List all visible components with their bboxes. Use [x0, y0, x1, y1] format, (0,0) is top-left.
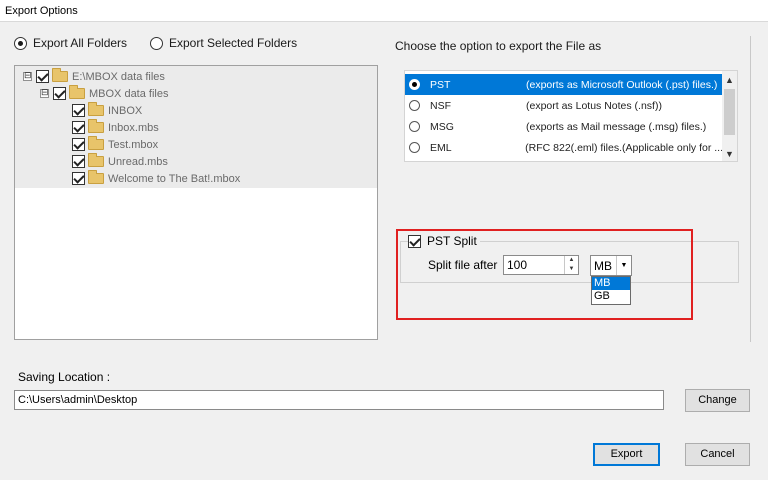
format-list-scrollbar[interactable]: ▲ ▼: [722, 71, 737, 161]
scroll-up-icon[interactable]: ▲: [722, 73, 737, 88]
collapse-icon[interactable]: ⊟: [40, 89, 49, 98]
checkbox-icon[interactable]: [72, 138, 85, 151]
tree-node-inbox-mbs[interactable]: Inbox.mbs: [72, 119, 159, 136]
format-name: MSG: [430, 120, 454, 133]
window-title: Export Options: [5, 5, 78, 17]
tree-node-mbox[interactable]: ⊟ MBOX data files: [40, 85, 168, 102]
export-format-list[interactable]: PST (exports as Microsoft Outlook (.pst)…: [404, 70, 738, 162]
format-option-nsf[interactable]: NSF (export as Lotus Notes (.nsf)): [405, 95, 723, 116]
cancel-button[interactable]: Cancel: [685, 443, 750, 466]
format-description: (RFC 822(.eml) files.(Applicable only fo…: [525, 141, 723, 154]
radio-checked-icon: [14, 36, 27, 50]
folder-icon: [88, 119, 104, 133]
format-option-pst[interactable]: PST (exports as Microsoft Outlook (.pst)…: [405, 74, 723, 95]
collapse-icon[interactable]: ⊟: [23, 72, 32, 81]
tree-node-label: INBOX: [108, 104, 143, 117]
tree-node-inbox[interactable]: INBOX: [72, 102, 142, 119]
radio-unchecked-icon[interactable]: [409, 142, 420, 153]
tree-node-unread-mbs[interactable]: Unread.mbs: [72, 153, 168, 170]
format-name: PST: [430, 78, 451, 91]
folder-icon: [88, 102, 104, 116]
saving-path-input[interactable]: [14, 390, 664, 410]
checkbox-icon[interactable]: [72, 155, 85, 168]
format-description: (exports as Mail message (.msg) files.): [526, 120, 707, 133]
checkbox-icon[interactable]: [36, 70, 49, 83]
format-description: (export as Lotus Notes (.nsf)): [526, 99, 662, 112]
format-description: (exports as Microsoft Outlook (.pst) fil…: [526, 78, 718, 91]
format-name: NSF: [430, 99, 451, 112]
tree-node-label: E:\MBOX data files: [72, 70, 165, 83]
format-name: EML: [430, 141, 452, 154]
saving-location-label: Saving Location :: [18, 370, 111, 384]
tree-node-label: MBOX data files: [89, 87, 169, 100]
checkbox-icon[interactable]: [72, 172, 85, 185]
scroll-down-icon[interactable]: ▼: [722, 147, 737, 161]
tree-node-label: Unread.mbs: [108, 155, 168, 168]
tree-node-root[interactable]: ⊟ E:\MBOX data files: [23, 68, 165, 85]
highlight-annotation-box: [396, 229, 693, 320]
export-all-folders-radio[interactable]: Export All Folders: [14, 36, 127, 50]
radio-unchecked-icon: [150, 36, 163, 50]
radio-unchecked-icon[interactable]: [409, 100, 420, 111]
format-option-eml[interactable]: EML (RFC 822(.eml) files.(Applicable onl…: [405, 137, 723, 158]
title-bar: Export Options: [0, 0, 768, 22]
folder-icon: [88, 136, 104, 150]
folder-icon: [52, 68, 68, 82]
folder-icon: [88, 153, 104, 167]
tree-node-test-mbox[interactable]: Test.mbox: [72, 136, 158, 153]
checkbox-icon[interactable]: [72, 121, 85, 134]
export-button[interactable]: Export: [593, 443, 660, 466]
radio-unchecked-icon[interactable]: [409, 121, 420, 132]
panel-divider: [750, 36, 751, 342]
folder-icon: [69, 85, 85, 99]
export-selected-folders-radio[interactable]: Export Selected Folders: [150, 36, 297, 50]
tree-node-label: Test.mbox: [108, 138, 159, 151]
tree-node-label: Welcome to The Bat!.mbox: [108, 172, 241, 185]
radio-checked-icon[interactable]: [409, 79, 420, 90]
scrollbar-thumb[interactable]: [724, 89, 735, 135]
export-format-heading: Choose the option to export the File as: [395, 39, 602, 53]
tree-node-label: Inbox.mbs: [108, 121, 159, 134]
export-selected-folders-label: Export Selected Folders: [169, 36, 298, 50]
checkbox-icon[interactable]: [72, 104, 85, 117]
format-option-msg[interactable]: MSG (exports as Mail message (.msg) file…: [405, 116, 723, 137]
folder-tree-panel[interactable]: ⊟ E:\MBOX data files ⊟ MBOX data files I…: [14, 65, 378, 340]
folder-icon: [88, 170, 104, 184]
checkbox-icon[interactable]: [53, 87, 66, 100]
change-button[interactable]: Change: [685, 389, 750, 412]
tree-node-welcome-mbox[interactable]: Welcome to The Bat!.mbox: [72, 170, 240, 187]
export-all-folders-label: Export All Folders: [33, 36, 128, 50]
